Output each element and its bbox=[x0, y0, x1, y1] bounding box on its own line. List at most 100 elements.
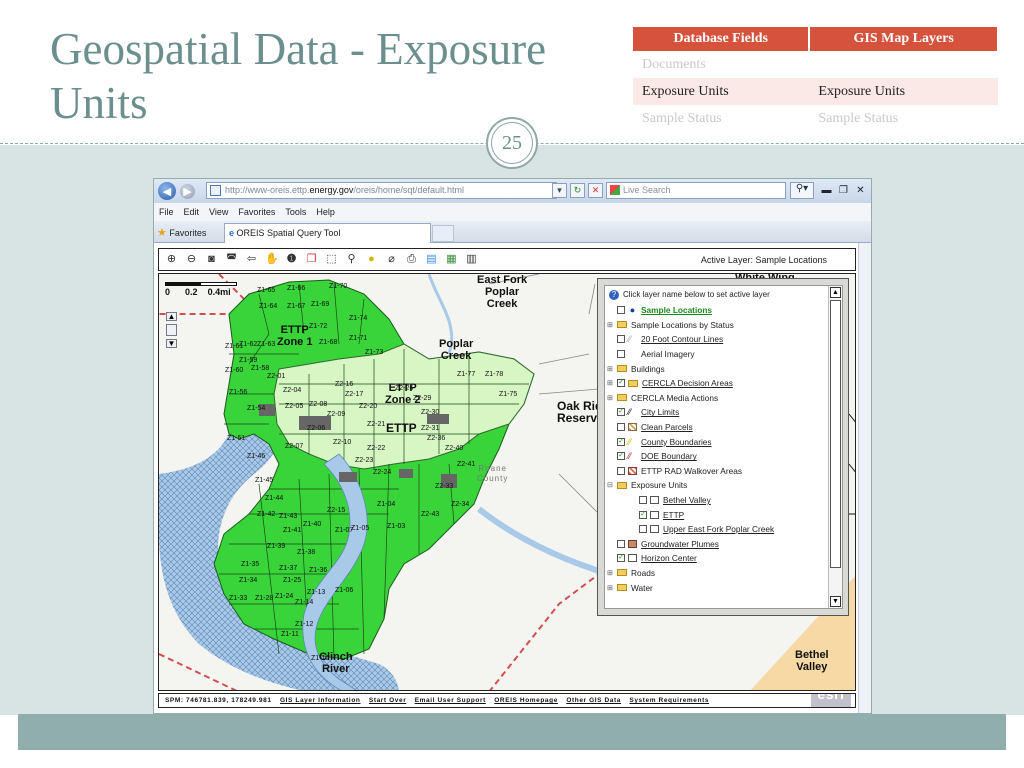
link-gis-layer-info[interactable]: GIS Layer Information bbox=[280, 697, 361, 704]
scroll-up-icon[interactable]: ▲ bbox=[830, 287, 841, 298]
layer-label[interactable]: Horizon Center bbox=[641, 553, 697, 563]
layer-row[interactable]: Clean Parcels bbox=[607, 420, 827, 435]
search-input[interactable]: Live Search bbox=[606, 182, 786, 199]
layer-label[interactable]: Sample Locations by Status bbox=[631, 320, 734, 330]
expander-icon[interactable]: ⊞ bbox=[607, 569, 615, 577]
layer-label[interactable]: Exposure Units bbox=[631, 480, 687, 490]
layer-checkbox[interactable] bbox=[639, 525, 647, 534]
query-icon[interactable]: ❐ bbox=[305, 253, 318, 266]
link-email-support[interactable]: Email User Support bbox=[415, 697, 486, 704]
expander-icon[interactable]: ⊞ bbox=[607, 365, 615, 373]
layer-row[interactable]: ⊞ Buildings bbox=[607, 361, 827, 376]
print-icon[interactable]: ⎙ bbox=[405, 253, 418, 266]
zoom-full-icon[interactable]: ◙ bbox=[205, 253, 218, 266]
layer-label[interactable]: ETTP bbox=[663, 510, 684, 520]
layer-checkbox[interactable]: ✓ bbox=[617, 452, 625, 461]
menu-favorites[interactable]: Favorites bbox=[238, 207, 275, 217]
zoom-in-icon[interactable]: ⊕ bbox=[165, 253, 178, 266]
favorites-button[interactable]: ★ Favorites bbox=[157, 226, 206, 239]
layer-checkbox[interactable] bbox=[617, 306, 625, 315]
layer-label[interactable]: ETTP RAD Walkover Areas bbox=[641, 466, 742, 476]
measure-icon[interactable]: ⌀ bbox=[385, 253, 398, 266]
layer-checkbox[interactable] bbox=[617, 423, 625, 432]
pan-hand-icon[interactable]: ✋ bbox=[265, 253, 279, 266]
zoom-up-button[interactable]: ▲ bbox=[166, 312, 177, 321]
restore-icon[interactable]: ❐ bbox=[836, 183, 851, 198]
stop-icon[interactable]: ✕ bbox=[588, 183, 603, 198]
layer-label[interactable]: CERCLA Media Actions bbox=[631, 393, 718, 403]
layer-row[interactable]: Groundwater Plumes bbox=[607, 537, 827, 552]
layer-label[interactable]: Buildings bbox=[631, 364, 665, 374]
layer-label[interactable]: County Boundaries bbox=[641, 437, 712, 447]
layer-label[interactable]: Aerial Imagery bbox=[641, 349, 695, 359]
dropdown-icon[interactable]: ▾ bbox=[552, 183, 567, 198]
zoom-slider[interactable] bbox=[166, 324, 177, 336]
forward-button[interactable]: ▶ bbox=[180, 183, 195, 199]
layer-checkbox[interactable] bbox=[617, 335, 625, 344]
layer-checkbox[interactable]: ✓ bbox=[617, 437, 625, 446]
layer-label[interactable]: Roads bbox=[631, 568, 655, 578]
layer-row[interactable]: ⊞ Roads bbox=[607, 566, 827, 581]
layer-row[interactable]: ✓ ⁄⁄ County Boundaries bbox=[607, 434, 827, 449]
identify-icon[interactable]: ❶ bbox=[285, 253, 298, 266]
search-icon[interactable]: ⚲▾ bbox=[790, 182, 814, 199]
layer-scrollbar[interactable]: ▲ ▼ bbox=[828, 286, 842, 608]
link-oreis-homepage[interactable]: OREIS Homepage bbox=[494, 697, 558, 704]
legend-icon[interactable]: ▦ bbox=[445, 253, 458, 266]
layers-icon[interactable]: ▤ bbox=[425, 253, 438, 266]
layer-checkbox[interactable]: ✓ bbox=[617, 408, 625, 417]
layer-label[interactable]: DOE Boundary bbox=[641, 451, 697, 461]
help-book-icon[interactable]: ▥ bbox=[465, 253, 478, 266]
expander-icon[interactable]: ⊞ bbox=[607, 394, 615, 402]
map-view[interactable]: 0 0.2 0.4mi ▲ ▼ Z1-65 Z1-66 Z1-70 Z1-64 Z1-6… bbox=[158, 273, 856, 691]
layer-label[interactable]: Groundwater Plumes bbox=[641, 539, 719, 549]
layer-row[interactable]: ● Sample Locations bbox=[607, 303, 827, 318]
minimize-icon[interactable]: ▬ bbox=[819, 183, 834, 198]
layer-row[interactable]: ✓ Horizon Center bbox=[607, 551, 827, 566]
address-input[interactable]: http://www-oreis.ettp.energy.gov/oreis/h… bbox=[206, 182, 557, 199]
menu-edit[interactable]: Edit bbox=[184, 207, 200, 217]
layer-row[interactable]: ⁄⁄ 20 Foot Contour Lines bbox=[607, 332, 827, 347]
layer-label[interactable]: Bethel Valley bbox=[663, 495, 711, 505]
layer-row[interactable]: ETTP RAD Walkover Areas bbox=[607, 464, 827, 479]
layer-label[interactable]: 20 Foot Contour Lines bbox=[641, 334, 723, 344]
layer-row[interactable]: ✓ ⁄⁄ DOE Boundary bbox=[607, 449, 827, 464]
layer-row[interactable]: Bethel Valley bbox=[607, 493, 827, 508]
link-other-gis-data[interactable]: Other GIS Data bbox=[566, 697, 621, 704]
layer-checkbox[interactable]: ✓ bbox=[639, 510, 647, 519]
layer-row[interactable]: ⊟ Exposure Units bbox=[607, 478, 827, 493]
select-icon[interactable]: ⬚ bbox=[325, 253, 338, 266]
layer-checkbox[interactable] bbox=[617, 539, 625, 548]
layer-row[interactable]: ⊞ ✓ CERCLA Decision Areas bbox=[607, 376, 827, 391]
menu-help[interactable]: Help bbox=[316, 207, 335, 217]
page-scrollbar[interactable] bbox=[858, 243, 871, 713]
back-extent-icon[interactable]: ⇦ bbox=[245, 253, 258, 266]
layer-label[interactable]: Upper East Fork Poplar Creek bbox=[663, 524, 774, 534]
layer-row[interactable]: Aerial Imagery bbox=[607, 347, 827, 362]
menu-view[interactable]: View bbox=[209, 207, 228, 217]
expander-icon[interactable]: ⊟ bbox=[607, 481, 615, 489]
find-icon[interactable]: ⚲ bbox=[345, 253, 358, 266]
tab-oreis[interactable]: e OREIS Spatial Query Tool bbox=[224, 223, 431, 243]
refresh-icon[interactable]: ↻ bbox=[570, 183, 585, 198]
link-system-requirements[interactable]: System Requirements bbox=[629, 697, 709, 704]
layer-checkbox[interactable] bbox=[639, 496, 647, 505]
layer-checkbox[interactable] bbox=[617, 466, 625, 475]
menu-file[interactable]: File bbox=[159, 207, 174, 217]
layer-label[interactable]: CERCLA Decision Areas bbox=[642, 378, 733, 388]
layer-row[interactable]: Upper East Fork Poplar Creek bbox=[607, 522, 827, 537]
layer-row[interactable]: ✓ ⁄⁄ City Limits bbox=[607, 405, 827, 420]
back-button[interactable]: ◀ bbox=[158, 182, 176, 200]
help-icon[interactable]: ? bbox=[609, 290, 619, 300]
layer-row[interactable]: ⊞ Water bbox=[607, 580, 827, 595]
layer-row[interactable]: ⊞ Sample Locations by Status bbox=[607, 318, 827, 333]
layer-label[interactable]: City Limits bbox=[641, 407, 679, 417]
link-start-over[interactable]: Start Over bbox=[369, 697, 406, 704]
close-icon[interactable]: ✕ bbox=[853, 183, 868, 198]
layer-row[interactable]: ✓ ETTP bbox=[607, 507, 827, 522]
layer-label[interactable]: Clean Parcels bbox=[641, 422, 693, 432]
zoom-out-icon[interactable]: ⊖ bbox=[185, 253, 198, 266]
layer-checkbox[interactable] bbox=[617, 350, 625, 359]
menu-tools[interactable]: Tools bbox=[285, 207, 306, 217]
zoom-previous-icon[interactable]: ◚ bbox=[225, 253, 238, 266]
